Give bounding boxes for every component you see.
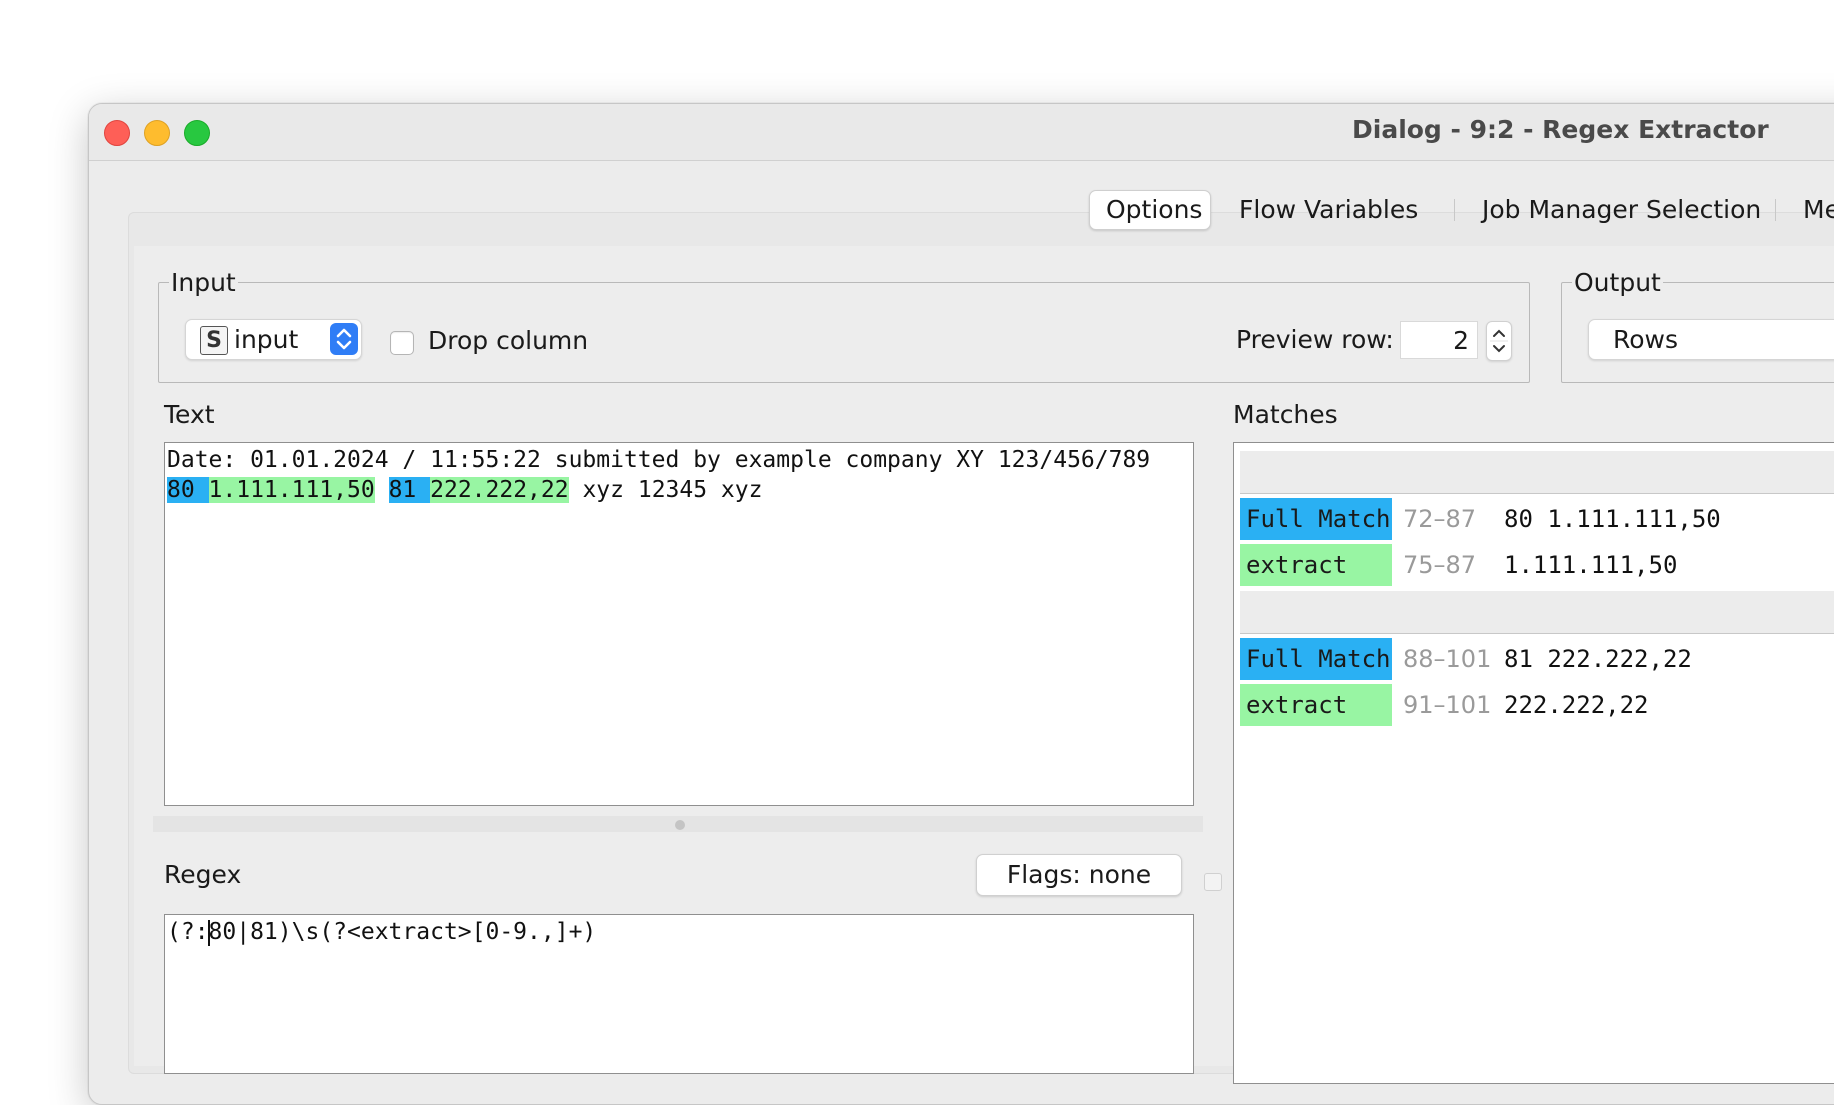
matches-section-label: Matches — [1233, 400, 1338, 429]
output-mode-selector[interactable]: Rows — [1588, 319, 1834, 360]
match-row[interactable]: Full Match 88–101 81 222.222,22 — [1240, 638, 1834, 680]
drag-handle-icon — [675, 820, 685, 830]
regex-section-label: Regex — [164, 860, 242, 889]
text-preview-area[interactable]: Date: 01.01.2024 / 11:55:22 submitted by… — [164, 442, 1194, 806]
column-selector[interactable]: S input — [185, 319, 362, 360]
match-tag: Full Match — [1240, 498, 1392, 540]
text-line-2: 80 1.111.111,50 81 222.222,22 xyz 12345 … — [167, 475, 1191, 505]
input-group-legend: Input — [169, 268, 238, 297]
match-value: 80 1.111.111,50 — [1504, 505, 1721, 533]
match-tag: extract — [1240, 684, 1392, 726]
full-match-highlight: 81 — [388, 477, 431, 503]
match-range: 91–101 — [1403, 691, 1492, 719]
match-value: 1.111.111,50 — [1504, 551, 1678, 579]
match-group-header — [1240, 591, 1834, 634]
match-range: 88–101 — [1403, 645, 1492, 673]
string-type-badge: S — [200, 326, 228, 355]
tab-flow-variables[interactable]: Flow Variables — [1223, 190, 1434, 230]
stepper-up-down-icon[interactable] — [1486, 321, 1512, 361]
chevron-up-down-icon — [330, 323, 358, 355]
plain-text — [375, 477, 389, 503]
match-row[interactable]: extract 75–87 1.111.111,50 — [1240, 544, 1834, 586]
match-tag: Full Match — [1240, 638, 1392, 680]
match-range: 72–87 — [1403, 505, 1477, 533]
output-mode-value: Rows — [1613, 325, 1679, 354]
title-bar[interactable]: Dialog - 9:2 - Regex Extractor — [89, 104, 1834, 161]
regex-input[interactable]: (?:80|81)\s(?<extract>[0-9.,]+) — [164, 914, 1194, 1074]
minimize-window-button[interactable] — [144, 120, 170, 146]
tab-separator — [1454, 199, 1455, 221]
resize-handle-icon[interactable] — [1204, 873, 1222, 891]
match-row[interactable]: Full Match 72–87 80 1.111.111,50 — [1240, 498, 1834, 540]
plain-text: xyz 12345 xyz — [568, 477, 763, 503]
flags-button[interactable]: Flags: none — [976, 854, 1182, 896]
match-tag: extract — [1240, 544, 1392, 586]
tab-memory-policy[interactable]: Me — [1787, 190, 1834, 230]
text-line-1: Date: 01.01.2024 / 11:55:22 submitted by… — [167, 447, 1151, 473]
output-group-legend: Output — [1572, 268, 1663, 297]
tab-options[interactable]: Options — [1089, 190, 1211, 230]
text-section-label: Text — [164, 400, 215, 429]
zoom-window-button[interactable] — [184, 120, 210, 146]
extract-highlight: 222.222,22 — [430, 477, 569, 503]
window-title: Dialog - 9:2 - Regex Extractor — [1352, 115, 1769, 144]
full-match-highlight: 80 — [167, 477, 209, 503]
regex-before-caret: (?: — [167, 919, 209, 945]
column-selector-value: input — [234, 325, 299, 354]
match-row[interactable]: extract 91–101 222.222,22 — [1240, 684, 1834, 726]
match-range: 75–87 — [1403, 551, 1477, 579]
preview-row-label: Preview row: — [1236, 325, 1394, 354]
matches-list[interactable]: Full Match 72–87 80 1.111.111,50 extract… — [1233, 442, 1834, 1084]
match-group-header — [1240, 451, 1834, 494]
drop-column-label: Drop column — [428, 326, 589, 355]
tab-separator — [1775, 199, 1776, 221]
close-window-button[interactable] — [104, 120, 130, 146]
match-value: 222.222,22 — [1504, 691, 1649, 719]
preview-row-field[interactable]: 2 — [1400, 321, 1478, 359]
extract-highlight: 1.111.111,50 — [208, 477, 375, 503]
split-pane-divider[interactable] — [153, 816, 1203, 832]
tab-job-manager-selection[interactable]: Job Manager Selection — [1466, 190, 1777, 230]
drop-column-checkbox[interactable] — [390, 331, 414, 355]
match-value: 81 222.222,22 — [1504, 645, 1692, 673]
regex-after-caret: 80|81)\s(?<extract>[0-9.,]+) — [208, 919, 597, 945]
